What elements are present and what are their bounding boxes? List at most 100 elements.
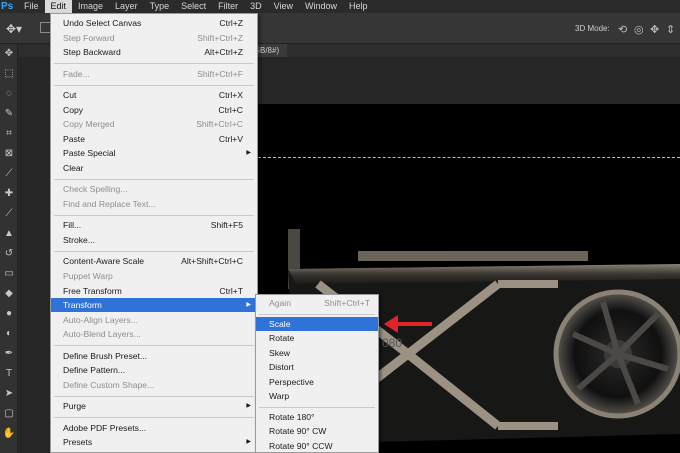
menu-item-transform[interactable]: Transform ▶ (51, 298, 257, 313)
path-select-icon[interactable]: ➤ (0, 384, 18, 404)
menu-item-warp[interactable]: Warp (256, 389, 378, 403)
menu-item-purge[interactable]: Purge ▶ (51, 399, 257, 413)
lasso-icon[interactable]: ◌ (0, 84, 18, 104)
menu-item-label: Transform (63, 300, 102, 311)
menu-item-rotate-180[interactable]: Rotate 180° (256, 410, 378, 424)
menu-separator (54, 251, 254, 252)
red-arrow-annotation (384, 315, 432, 333)
pan-3d-icon[interactable]: ✥ (650, 23, 659, 36)
menu-item-rotate[interactable]: Rotate (256, 331, 378, 345)
menu-item-define-brush-preset[interactable]: Define Brush Preset... (51, 349, 257, 363)
menu-item-paste-special[interactable]: Paste Special ▶ (51, 146, 257, 160)
menu-edit[interactable]: Edit (44, 0, 73, 13)
menu-item-adobe-pdf-presets[interactable]: Adobe PDF Presets... (51, 421, 257, 435)
menu-item-copy-merged[interactable]: Copy Merged Shift+Ctrl+C (51, 117, 257, 131)
menu-bar: Ps File Edit Image Layer Type Select Filter 3D V… (0, 0, 680, 13)
menu-item-free-transform[interactable]: Free Transform Ctrl+T (51, 284, 257, 298)
menu-item-fade[interactable]: Fade... Shift+Ctrl+F (51, 67, 257, 81)
menu-item-find-and-replace-text[interactable]: Find and Replace Text... (51, 197, 257, 211)
history-brush-icon[interactable]: ↺ (0, 244, 18, 264)
paint-bucket-icon[interactable]: ◆ (0, 284, 18, 304)
menu-item-cut[interactable]: Cut Ctrl+X (51, 88, 257, 102)
menu-item-label: Paste Special (63, 148, 116, 159)
menu-item-stroke[interactable]: Stroke... (51, 233, 257, 247)
menu-item-paste[interactable]: Paste Ctrl+V (51, 132, 257, 146)
dodge-icon[interactable]: ◐ (0, 324, 18, 344)
menu-item-content-aware-scale[interactable]: Content-Aware Scale Alt+Shift+Ctrl+C (51, 254, 257, 268)
hand-icon[interactable]: ✋ (0, 424, 18, 444)
menu-help[interactable]: Help (343, 0, 374, 13)
stamp-icon[interactable]: ▲ (0, 224, 18, 244)
menu-item-rotate-90-ccw[interactable]: Rotate 90° CCW (256, 439, 378, 453)
type-icon[interactable]: T (0, 364, 18, 384)
menu-item-label: Adobe PDF Presets... (63, 422, 147, 433)
menu-item-label: Step Backward (63, 47, 121, 58)
menu-item-auto-align-layers[interactable]: Auto-Align Layers... (51, 313, 257, 327)
crop-icon[interactable]: ⌗ (0, 124, 18, 144)
menu-item-label: Fade... (63, 68, 90, 79)
menu-item-label: Undo Select Canvas (63, 18, 142, 28)
menu-item-define-pattern[interactable]: Define Pattern... (51, 363, 257, 377)
menu-item-shortcut: Shift+Ctrl+C (196, 119, 243, 130)
shape-icon[interactable]: ▢ (0, 404, 18, 424)
menu-item-presets[interactable]: Presets ▶ (51, 435, 257, 449)
marquee-icon[interactable]: ⬚ (0, 64, 18, 84)
menu-item-rotate-90-cw[interactable]: Rotate 90° CW (256, 424, 378, 438)
blur-icon[interactable]: ● (0, 304, 18, 324)
menu-item-label: Rotate (269, 333, 295, 344)
menu-filter[interactable]: Filter (212, 0, 244, 13)
menu-item-puppet-warp[interactable]: Puppet Warp (51, 269, 257, 283)
menu-item-shortcut: Shift+Ctrl+T (324, 298, 370, 308)
menu-item-check-spelling[interactable]: Check Spelling... (51, 182, 257, 196)
menu-item-label: Auto-Blend Layers... (63, 329, 141, 340)
menu-item-undo-select-canvas[interactable]: Undo Select Canvas Ctrl+Z (51, 16, 257, 30)
frame-icon[interactable]: ⊠ (0, 144, 18, 164)
menu-layer[interactable]: Layer (109, 0, 144, 13)
menu-image[interactable]: Image (72, 0, 109, 13)
transform-submenu: Again Shift+Ctrl+T Scale Rotate Skew Distort P… (255, 294, 379, 453)
menu-view[interactable]: View (268, 0, 299, 13)
pen-icon[interactable]: ✒ (0, 344, 18, 364)
menu-type[interactable]: Type (144, 0, 176, 13)
menu-item-label: Copy (63, 104, 84, 115)
quick-select-icon[interactable]: ✎ (0, 104, 18, 124)
menu-item-label: Scale (269, 319, 291, 329)
move-tool-icon[interactable]: ✥▾ (6, 22, 22, 36)
move-icon[interactable]: ✥ (0, 44, 18, 64)
menu-separator (54, 84, 254, 86)
menu-separator (259, 406, 375, 408)
eraser-icon[interactable]: ▭ (0, 264, 18, 284)
slide-3d-icon[interactable]: ⇕ (666, 23, 675, 36)
menu-separator (54, 63, 254, 65)
menu-item-copy[interactable]: Copy Ctrl+C (51, 103, 257, 117)
submenu-arrow-icon: ▶ (246, 439, 251, 446)
eyedropper-icon[interactable]: ⟋ (0, 164, 18, 184)
healing-icon[interactable]: ✚ (0, 184, 18, 204)
menu-item-distort[interactable]: Distort (256, 360, 378, 374)
menu-item-auto-blend-layers[interactable]: Auto-Blend Layers... (51, 327, 257, 341)
menu-item-label: Cut (63, 90, 77, 100)
menu-item-step-forward[interactable]: Step Forward Shift+Ctrl+Z (51, 31, 257, 45)
menu-item-skew[interactable]: Skew (256, 346, 378, 360)
brush-icon[interactable]: ⟋ (0, 204, 18, 224)
menu-item-label: Free Transform (63, 285, 122, 296)
menu-select[interactable]: Select (175, 0, 212, 13)
tools-panel: ✥ ⬚ ◌ ✎ ⌗ ⊠ ⟋ ✚ ⟋ ▲ ↺ ▭ ◆ ● ◐ ✒ T ➤ ▢ ✋ (0, 44, 18, 453)
menu-window[interactable]: Window (299, 0, 343, 13)
menu-item-scale[interactable]: Scale (256, 317, 378, 331)
menu-3d[interactable]: 3D (244, 0, 268, 13)
menu-item-shortcut: Alt+Shift+Ctrl+C (181, 256, 243, 267)
menu-item-again[interactable]: Again Shift+Ctrl+T (256, 296, 378, 310)
menu-item-clear[interactable]: Clear (51, 161, 257, 175)
menu-item-label: Rotate 90° CCW (269, 440, 333, 451)
menu-item-shortcut: Ctrl+T (219, 285, 243, 296)
menu-item-step-backward[interactable]: Step Backward Alt+Ctrl+Z (51, 45, 257, 59)
menu-item-label: Define Custom Shape... (63, 380, 155, 390)
menu-item-define-custom-shape[interactable]: Define Custom Shape... (51, 378, 257, 392)
menu-file[interactable]: File (18, 0, 45, 13)
roll-3d-icon[interactable]: ◎ (634, 23, 644, 36)
menu-item-fill[interactable]: Fill... Shift+F5 (51, 218, 257, 232)
menu-item-label: Purge (63, 401, 86, 412)
menu-item-perspective[interactable]: Perspective (256, 375, 378, 389)
orbit-3d-icon[interactable]: ⟲ (618, 23, 627, 36)
